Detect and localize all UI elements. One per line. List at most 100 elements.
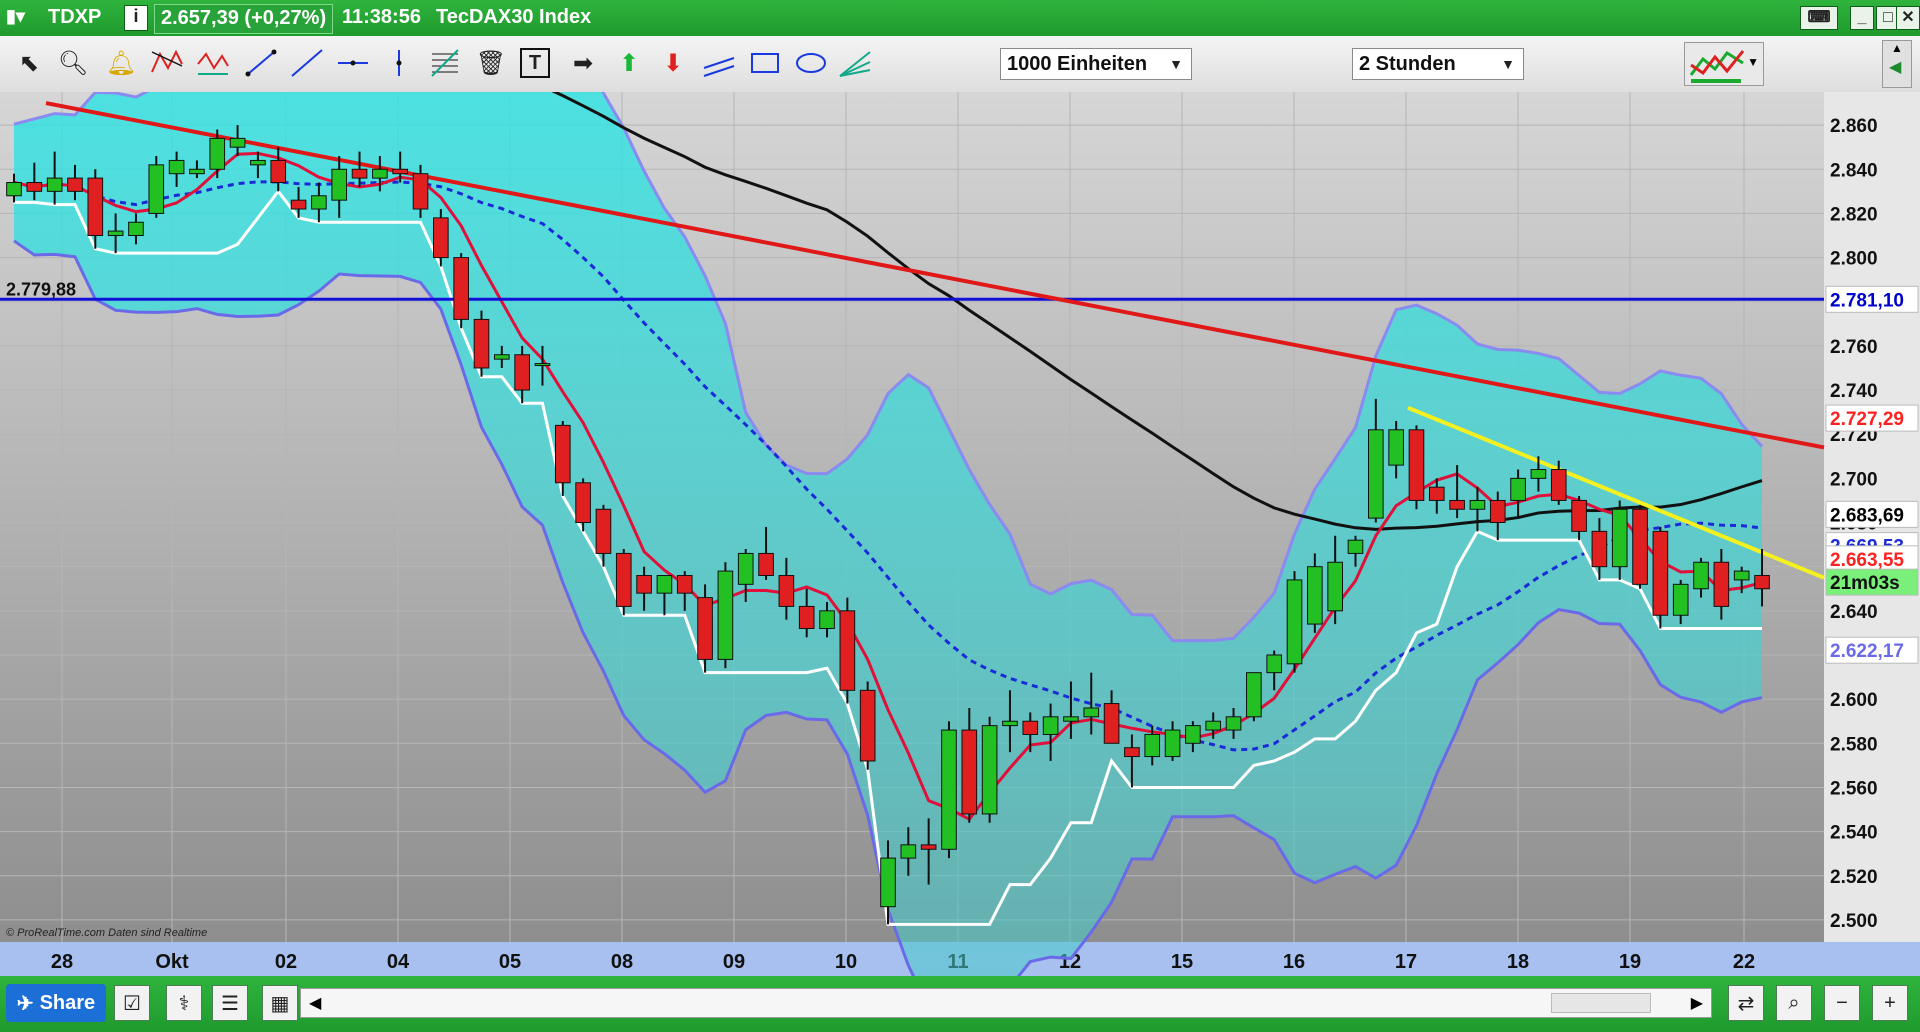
trend-icon[interactable]	[150, 46, 184, 80]
candle-body	[331, 168, 348, 201]
candle	[941, 721, 957, 859]
symbol-label[interactable]: TDXP	[48, 6, 101, 29]
time-label: 11:38:56	[342, 6, 421, 28]
bottom-bar: ✈ Share ☑ ⚕ ☰ ▦ ◀ ▶ ⇄ ⌕ − +	[0, 976, 1920, 1032]
x-tick-label: 19	[1619, 951, 1641, 973]
pointer-icon[interactable]: ⬉	[12, 46, 46, 80]
scroll-left-icon[interactable]: ◀	[309, 993, 321, 1013]
price-label: 2.622,17	[1830, 641, 1904, 662]
candle	[615, 549, 632, 616]
candle-body	[1042, 716, 1059, 735]
x-tick-label: 15	[1171, 951, 1193, 973]
zoom-icon[interactable]: 🔍︎	[56, 46, 90, 80]
info-icon[interactable]: i	[124, 5, 148, 31]
fan-icon[interactable]	[838, 46, 872, 80]
text-icon[interactable]: T	[520, 48, 550, 78]
ellipse-icon[interactable]	[794, 46, 828, 80]
share-label: Share	[39, 991, 96, 1014]
stethoscope-icon[interactable]: ⚕	[166, 985, 202, 1021]
period-select[interactable]: 2 Stunden ▼	[1352, 48, 1524, 80]
arrow-right-icon[interactable]: ➡	[566, 46, 600, 80]
candle	[1652, 526, 1669, 629]
candle-body	[1307, 566, 1323, 625]
candle-body	[290, 199, 307, 210]
menu-icon[interactable]: ▮▾	[6, 6, 25, 27]
candle-body	[1347, 539, 1364, 554]
zoom-in-icon[interactable]: +	[1872, 985, 1908, 1021]
scroll-thumb[interactable]	[1551, 993, 1651, 1013]
side-panel-toggle[interactable]: ▲ ◀	[1882, 40, 1912, 88]
fibonacci-icon[interactable]	[428, 46, 462, 80]
candle-body	[1510, 477, 1526, 501]
x-tick-label: 16	[1283, 951, 1305, 973]
scroll-right-icon[interactable]: ▶	[1691, 993, 1703, 1013]
x-tick-label: 05	[499, 951, 521, 973]
candle-body	[1754, 575, 1770, 590]
candle	[453, 253, 469, 329]
y-tick-label: 2.600	[1830, 690, 1878, 711]
units-select[interactable]: 1000 Einheiten ▼	[1000, 48, 1192, 80]
arrow-up-green-icon[interactable]: ⬆	[612, 46, 646, 80]
candle-body	[168, 159, 185, 175]
candle-body	[1083, 707, 1100, 718]
chart-canvas[interactable]: 2.8602.8402.8202.8002.7802.7602.7402.720…	[0, 9, 1920, 1011]
candle	[981, 716, 998, 823]
chevron-down-icon: ▼	[1747, 55, 1759, 69]
x-tick-label: 08	[611, 951, 633, 973]
minimize-icon[interactable]: _	[1850, 6, 1874, 30]
close-icon[interactable]: ✕	[1896, 6, 1920, 30]
trash-icon[interactable]: 🗑︎	[474, 46, 508, 80]
chart-type-icon[interactable]: ▼	[1684, 42, 1764, 86]
candle-body	[941, 729, 957, 850]
table-icon[interactable]: ▦	[262, 985, 298, 1021]
candle-body	[514, 354, 530, 391]
candle-body	[1327, 561, 1343, 612]
candle	[1632, 504, 1648, 589]
time-scrollbar[interactable]: ◀ ▶	[300, 988, 1712, 1018]
x-tick-label: 10	[835, 951, 857, 973]
trend-channel-icon[interactable]	[196, 46, 230, 80]
zoom-out-icon[interactable]: −	[1824, 985, 1860, 1021]
candle-body	[1652, 530, 1669, 616]
candle-body	[1591, 530, 1608, 568]
candle	[148, 156, 165, 218]
horizontal-line-icon[interactable]	[336, 46, 370, 80]
candle-body	[1124, 747, 1140, 758]
candle	[473, 310, 490, 377]
candle-body	[372, 168, 388, 179]
candle-body	[1733, 570, 1750, 581]
candle-body	[595, 508, 612, 554]
candle-body	[554, 424, 571, 484]
parallel-lines-icon[interactable]	[702, 46, 736, 80]
candle-body	[859, 689, 876, 762]
candle-body	[1489, 499, 1506, 524]
list-icon[interactable]: ☰	[212, 985, 248, 1021]
checklist-icon[interactable]: ☑	[114, 985, 150, 1021]
x-tick-label: 09	[723, 951, 745, 973]
candle-body	[1185, 725, 1201, 744]
share-button[interactable]: ✈ Share	[6, 984, 106, 1022]
candle	[1246, 672, 1262, 722]
instrument-name: TecDAX30 Index	[436, 6, 592, 28]
vertical-line-icon[interactable]	[382, 46, 416, 80]
line-icon[interactable]	[290, 46, 324, 80]
candle-body	[961, 729, 978, 815]
candle-body	[656, 575, 673, 594]
price-label: 21m03s	[1830, 573, 1900, 594]
candle	[1286, 571, 1303, 673]
chevron-up-icon: ▲	[1891, 41, 1903, 55]
candle-body	[839, 610, 856, 691]
segment-icon[interactable]	[244, 46, 278, 80]
candle	[859, 681, 876, 770]
keyboard-icon[interactable]: ⌨	[1800, 6, 1838, 30]
candle	[1408, 425, 1425, 510]
candle-body	[1367, 429, 1384, 519]
arrow-down-red-icon[interactable]: ⬇	[656, 46, 690, 80]
candle-body	[351, 168, 368, 179]
rectangle-icon[interactable]	[748, 46, 782, 80]
compress-icon[interactable]: ⇄	[1728, 985, 1764, 1021]
x-tick-label: 22	[1733, 951, 1755, 973]
alarm-bell-icon[interactable]: 🔔︎	[104, 46, 138, 80]
price-chart[interactable]: 2.8602.8402.8202.8002.7802.7602.7402.720…	[0, 9, 1920, 1011]
zoom-fit-icon[interactable]: ⌕	[1776, 985, 1812, 1021]
